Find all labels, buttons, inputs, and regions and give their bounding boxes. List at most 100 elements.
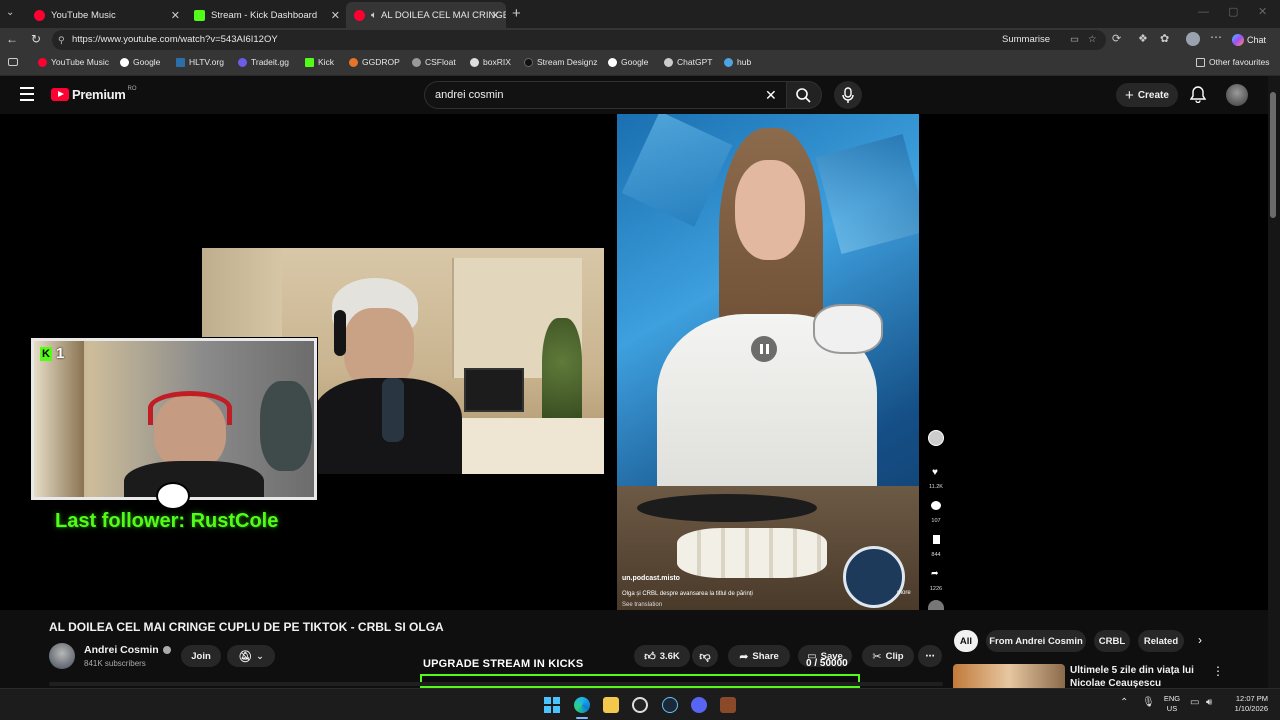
subscribed-notifications-button[interactable]: 🔕︎ ⌄ xyxy=(227,645,275,667)
copilot-chat-button[interactable]: Chat xyxy=(1232,31,1276,48)
chip-all[interactable]: All xyxy=(954,630,978,652)
channel-name[interactable]: Andrei Cosmin xyxy=(84,644,171,656)
new-tab-icon[interactable]: + xyxy=(512,5,521,22)
notifications-bell-icon[interactable] xyxy=(1190,85,1206,103)
bookmark-stream-designz[interactable]: Stream Designz xyxy=(524,57,597,67)
reader-mode-icon[interactable]: ▭ xyxy=(1070,30,1079,50)
url-field[interactable]: ⚲ https://www.youtube.com/watch?v=543AI6… xyxy=(52,30,1106,50)
kick-count: 1 xyxy=(56,345,65,362)
bookmark-boxrix[interactable]: boxRIX xyxy=(470,57,511,67)
maximize-icon[interactable]: ▢ xyxy=(1228,5,1238,18)
volume-icon[interactable]: 🔊︎ xyxy=(1206,697,1212,708)
bookmark-kick[interactable]: Kick xyxy=(305,57,334,67)
tab-actions-icon[interactable] xyxy=(8,58,18,66)
bookmark-ggdrop[interactable]: GGDROP xyxy=(349,57,400,67)
minimize-icon[interactable]: — xyxy=(1198,6,1209,18)
subscriber-count: 841K subscribers xyxy=(84,659,146,668)
hamburger-menu-icon[interactable] xyxy=(20,87,34,101)
more-menu-icon[interactable]: ⋯ xyxy=(1210,30,1222,44)
back-icon[interactable]: ← xyxy=(6,32,18,46)
search-input[interactable]: andrei cosmin ✕ xyxy=(424,81,788,109)
recommendation-title-line2[interactable]: Nicolae Ceaușescu xyxy=(1070,678,1161,688)
account-avatar[interactable] xyxy=(1226,84,1248,106)
streamer-webcam: K 1 xyxy=(31,338,317,500)
more-actions-button[interactable]: ⋯ xyxy=(918,645,942,667)
bookmark-chatgpt[interactable]: ChatGPT xyxy=(664,57,712,67)
video-player[interactable]: K 1 Last follower: RustCole un.podcast.m… xyxy=(0,114,1268,610)
clear-search-icon[interactable]: ✕ xyxy=(765,82,777,108)
close-tab-icon[interactable]: ✕ xyxy=(171,9,180,22)
pause-button[interactable] xyxy=(751,336,777,362)
close-tab-icon[interactable]: ✕ xyxy=(331,9,340,22)
edge-browser-icon[interactable] xyxy=(574,697,590,713)
windows-start-icon[interactable] xyxy=(544,697,560,713)
tab-kick-dashboard[interactable]: Stream - Kick Dashboard ✕ xyxy=(186,2,346,28)
plush-toy xyxy=(260,381,312,471)
discord-icon[interactable] xyxy=(691,697,707,713)
dislike-button[interactable]: 👎︎ xyxy=(692,645,718,667)
scissors-icon: ✂ xyxy=(872,650,882,663)
bookmark-label: YouTube Music xyxy=(51,57,109,67)
tab-youtube-music[interactable]: YouTube Music ✕ xyxy=(26,2,186,28)
tiktok-likes: 11.2K xyxy=(929,484,943,490)
profile-avatar[interactable] xyxy=(1186,32,1200,46)
extensions-icon[interactable]: ⟳ xyxy=(1112,32,1121,45)
join-button[interactable]: Join xyxy=(181,645,221,667)
youtube-premium-logo[interactable]: Premium RO xyxy=(51,86,137,102)
recommendation-thumbnail[interactable] xyxy=(953,664,1065,688)
voice-search-button[interactable] xyxy=(834,81,862,109)
other-favourites[interactable]: Other favourites xyxy=(1196,57,1269,67)
bookmark-hub[interactable]: hub xyxy=(724,57,751,67)
channel-avatar[interactable] xyxy=(49,643,75,669)
like-button[interactable]: 👍︎ 3.6K xyxy=(634,645,690,667)
language-code: ENG xyxy=(1163,694,1181,703)
bookmark-label: Stream Designz xyxy=(537,57,598,67)
summarise-label: Summarise xyxy=(1002,34,1051,45)
chip-label: CRBL xyxy=(1098,635,1126,647)
scrollbar-thumb[interactable] xyxy=(1270,92,1276,218)
site-info-icon[interactable]: ⚲ xyxy=(58,30,65,50)
tiktok-comments: 107 xyxy=(931,518,941,524)
bookmark-favicon-icon xyxy=(38,57,47,67)
share-button[interactable]: ➦ Share xyxy=(728,645,790,667)
tray-chevron-up-icon[interactable]: ⌃ xyxy=(1120,697,1128,708)
create-button[interactable]: + Create xyxy=(1116,83,1178,107)
chips-next-icon[interactable]: › xyxy=(1198,633,1202,647)
chip-crbl[interactable]: CRBL xyxy=(1094,630,1130,652)
close-window-icon[interactable]: ✕ xyxy=(1258,5,1267,18)
steam-icon[interactable] xyxy=(662,697,678,713)
search-icon xyxy=(796,88,811,103)
bookmark-label: Kick xyxy=(318,57,335,67)
search-button[interactable] xyxy=(786,81,822,109)
tab-current-video[interactable]: 🔈︎ AL DOILEA CEL MAI CRINGE C ✕ xyxy=(346,2,506,28)
tray-microphone-icon[interactable]: 🎙︎ xyxy=(1142,697,1155,708)
clip-button[interactable]: ✂ Clip xyxy=(862,645,914,667)
tab-list-chevron-icon[interactable]: ⌄ xyxy=(6,7,20,21)
favorite-star-icon[interactable]: ☆ xyxy=(1088,30,1097,50)
chip-related[interactable]: Related xyxy=(1138,630,1184,652)
frog-extension-icon[interactable]: ✿ xyxy=(1160,32,1169,45)
join-label: Join xyxy=(191,650,211,662)
obs-icon[interactable] xyxy=(632,697,648,713)
bookmark-tradeit[interactable]: Tradeit.gg xyxy=(238,57,289,67)
collections-icon[interactable]: ❖ xyxy=(1138,32,1148,45)
close-tab-icon[interactable]: ✕ xyxy=(491,9,500,22)
bookmark-csfloat[interactable]: CSFloat xyxy=(412,57,456,67)
bookmark-youtube-music[interactable]: YouTube Music xyxy=(38,57,109,67)
bookmark-hltv[interactable]: HLTV.org xyxy=(176,57,224,67)
summarise-button[interactable]: Summarise xyxy=(1002,30,1050,50)
recommendation-title[interactable]: Ultimele 5 zile din viața lui xyxy=(1070,665,1194,676)
refresh-icon[interactable]: ↻ xyxy=(31,32,41,46)
speaker-icon[interactable]: 🔈︎ xyxy=(371,10,377,21)
network-icon[interactable]: ▭ xyxy=(1190,697,1199,708)
youtube-header: Premium RO andrei cosmin ✕ + Create xyxy=(0,76,1280,114)
tab-label: YouTube Music xyxy=(51,9,116,21)
chip-from-andrei-cosmin[interactable]: From Andrei Cosmin xyxy=(986,630,1086,652)
game-app-icon[interactable] xyxy=(720,697,736,713)
bookmark-google-2[interactable]: Google xyxy=(608,57,648,67)
language-indicator[interactable]: ENG US xyxy=(1162,694,1182,714)
bookmark-google[interactable]: Google xyxy=(120,57,160,67)
system-clock[interactable]: 12:07 PM 1/10/2026 xyxy=(1224,694,1268,714)
recommendation-menu-icon[interactable]: ⋮ xyxy=(1212,664,1224,678)
file-explorer-icon[interactable] xyxy=(603,697,619,713)
